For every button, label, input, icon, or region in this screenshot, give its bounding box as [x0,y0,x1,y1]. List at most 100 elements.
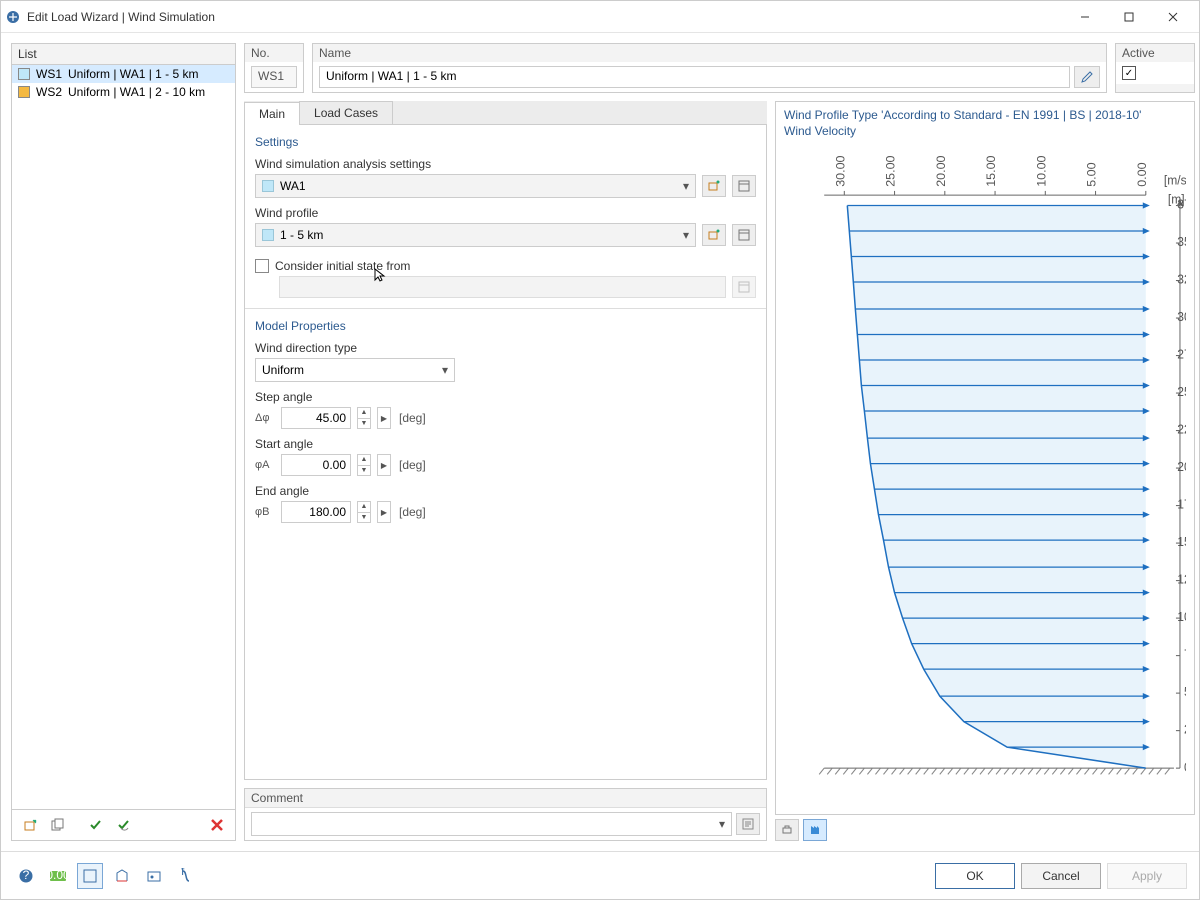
active-checkbox[interactable]: ✓ [1122,66,1136,80]
profile-dropdown[interactable]: 1 - 5 km ▾ [255,223,696,247]
svg-text:17.500: 17.500 [1177,498,1186,512]
end-symbol: φB [255,506,275,518]
comment-dropdown[interactable]: ▾ [251,812,732,836]
svg-text:30.00: 30.00 [834,156,848,187]
list-item[interactable]: WS2Uniform | WA1 | 2 - 10 km [12,83,235,101]
svg-text:25.00: 25.00 [884,156,898,187]
comment-group: Comment ▾ [244,788,767,841]
chart-toolbar [775,815,1195,841]
svg-text:0.00: 0.00 [1135,162,1149,186]
analysis-value: WA1 [280,179,306,193]
svg-text:20.00: 20.00 [934,156,948,187]
analysis-new-button[interactable] [702,175,726,197]
edit-name-button[interactable] [1074,66,1100,88]
maximize-button[interactable] [1107,2,1151,32]
end-unit: [deg] [399,505,426,519]
consider-source-field [279,276,726,298]
chart-title: Wind Profile Type 'According to Standard… [784,108,1186,139]
profile-value: 1 - 5 km [280,228,323,242]
new-item-button[interactable] [18,814,42,836]
end-input[interactable] [281,501,351,523]
window: Edit Load Wizard | Wind Simulation List … [0,0,1200,900]
cancel-button[interactable]: Cancel [1021,863,1101,889]
window-title: Edit Load Wizard | Wind Simulation [27,10,215,24]
active-group: Active ✓ [1115,43,1195,93]
minimize-button[interactable] [1063,2,1107,32]
apply-button: Apply [1107,863,1187,889]
step-spinner[interactable]: ▲▼ [357,407,371,429]
step-unit: [deg] [399,411,426,425]
profile-library-button[interactable] [732,224,756,246]
analysis-dropdown[interactable]: WA1 ▾ [255,174,696,198]
list-item-label: Uniform | WA1 | 2 - 10 km [68,85,205,99]
name-field[interactable]: Uniform | WA1 | 1 - 5 km [319,66,1070,88]
analysis-label: Wind simulation analysis settings [255,157,756,171]
chevron-down-icon: ▾ [683,179,689,193]
end-label: End angle [255,484,756,498]
svg-text:0.00: 0.00 [49,868,67,882]
svg-text:0.000: 0.000 [1184,760,1186,774]
list-panel: List WS1Uniform | WA1 | 1 - 5 kmWS2Unifo… [11,43,236,841]
svg-text:5.00: 5.00 [1085,162,1099,186]
svg-text:2.500: 2.500 [1184,723,1186,737]
direction-dropdown[interactable]: Uniform ▾ [255,358,455,382]
show-function-button[interactable]: f [173,863,199,889]
tabs: MainLoad Cases [244,101,767,125]
start-spinner[interactable]: ▲▼ [357,454,371,476]
svg-text:22.500: 22.500 [1177,423,1186,437]
svg-text:12.500: 12.500 [1177,573,1186,587]
tab-loadcases[interactable]: Load Cases [299,101,393,124]
svg-text:[m/s]: [m/s] [1164,174,1186,188]
check-cycle-button[interactable] [112,814,136,836]
svg-text:25.000: 25.000 [1177,385,1186,399]
step-flyout-button[interactable]: ▶ [377,407,391,429]
units-button[interactable]: 0.00 [45,863,71,889]
no-field: WS1 [251,66,297,88]
close-button[interactable] [1151,2,1195,32]
app-icon [5,9,21,25]
chevron-down-icon: ▾ [442,363,448,377]
svg-text:30.000: 30.000 [1177,310,1186,324]
step-input[interactable] [281,407,351,429]
profile-label: Wind profile [255,206,756,220]
list-body: WS1Uniform | WA1 | 1 - 5 kmWS2Uniform | … [12,65,235,809]
no-group: No. WS1 [244,43,304,93]
ok-button[interactable]: OK [935,863,1015,889]
svg-text:[m]: [m] [1168,192,1185,206]
delete-item-button[interactable] [205,814,229,836]
consider-checkbox[interactable] [255,259,269,273]
comment-edit-button[interactable] [736,813,760,835]
svg-text:10.00: 10.00 [1035,156,1049,187]
svg-text:15.00: 15.00 [984,156,998,187]
list-item-code: WS1 [36,67,62,81]
list-item[interactable]: WS1Uniform | WA1 | 1 - 5 km [12,65,235,83]
chart-print-button[interactable] [775,819,799,841]
tab-main[interactable]: Main [244,102,300,125]
start-input[interactable] [281,454,351,476]
titlebar: Edit Load Wizard | Wind Simulation [1,1,1199,33]
end-flyout-button[interactable]: ▶ [377,501,391,523]
check-green-button[interactable] [84,814,108,836]
start-unit: [deg] [399,458,426,472]
step-symbol: Δφ [255,412,275,424]
chart-view-button[interactable] [803,819,827,841]
profile-swatch-icon [262,229,274,241]
svg-text:35.000: 35.000 [1177,235,1186,249]
active-label: Active [1116,44,1194,62]
start-flyout-button[interactable]: ▶ [377,454,391,476]
show-render-button[interactable] [141,863,167,889]
show-window-button[interactable] [77,863,103,889]
consider-library-button[interactable] [732,276,756,298]
analysis-library-button[interactable] [732,175,756,197]
svg-text:7.500: 7.500 [1184,648,1186,662]
help-button[interactable]: ? [13,863,39,889]
profile-new-button[interactable] [702,224,726,246]
copy-item-button[interactable] [46,814,70,836]
main-panel: No. WS1 Name Uniform | WA1 | 1 - 5 km Ac… [244,43,1195,841]
direction-value: Uniform [262,363,304,377]
end-spinner[interactable]: ▲▼ [357,501,371,523]
footer: ? 0.00 f OK Cancel Apply [1,851,1199,899]
list-header: List [12,44,235,65]
name-group: Name Uniform | WA1 | 1 - 5 km [312,43,1107,93]
show-model-button[interactable] [109,863,135,889]
